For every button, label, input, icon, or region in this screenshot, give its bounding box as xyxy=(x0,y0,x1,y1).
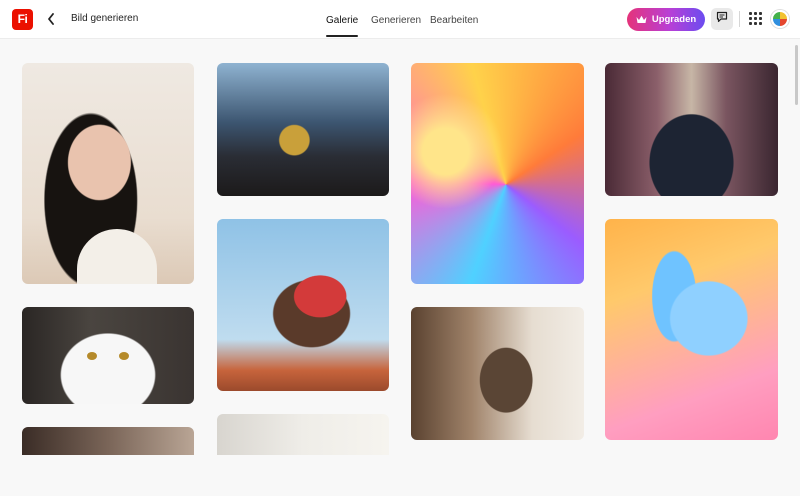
upgrade-button[interactable]: Upgraden xyxy=(627,8,705,31)
feedback-button[interactable] xyxy=(711,8,733,30)
back-chevron-icon[interactable] xyxy=(47,9,63,29)
tab-bearbeiten[interactable]: Bearbeiten xyxy=(430,0,478,39)
crown-icon xyxy=(636,15,647,24)
gallery-item-woman-painting[interactable] xyxy=(411,307,584,440)
tab-galerie[interactable]: Galerie xyxy=(326,0,359,39)
avatar[interactable] xyxy=(771,10,789,28)
page-title: Bild generieren xyxy=(71,13,139,24)
gallery-item-lighthouse-interior[interactable] xyxy=(217,63,389,196)
header-divider xyxy=(739,11,740,27)
grid-icon[interactable] xyxy=(749,12,763,26)
gallery-item-two-men-neon-street[interactable] xyxy=(605,63,778,196)
gallery-item-sprinter-start-blocks[interactable] xyxy=(217,219,389,391)
page-bottom-fold xyxy=(0,455,800,496)
gallery-item-kitchen-counter[interactable] xyxy=(217,414,389,455)
scrollbar[interactable] xyxy=(795,45,798,105)
top-bar: Fi Bild generieren Galerie Generieren Be… xyxy=(0,0,800,39)
gallery-item-interior-room[interactable] xyxy=(22,427,194,455)
gallery-item-white-cat[interactable] xyxy=(22,307,194,404)
gallery-item-glass-bird[interactable] xyxy=(605,219,778,440)
gallery-item-portrait-woman[interactable] xyxy=(22,63,194,284)
tab-generieren[interactable]: Generieren xyxy=(371,0,421,39)
app-logo[interactable]: Fi xyxy=(12,9,33,30)
chat-icon xyxy=(716,10,728,28)
upgrade-label: Upgraden xyxy=(651,14,697,25)
gallery-item-abstract-glass-swirl[interactable] xyxy=(411,63,584,284)
